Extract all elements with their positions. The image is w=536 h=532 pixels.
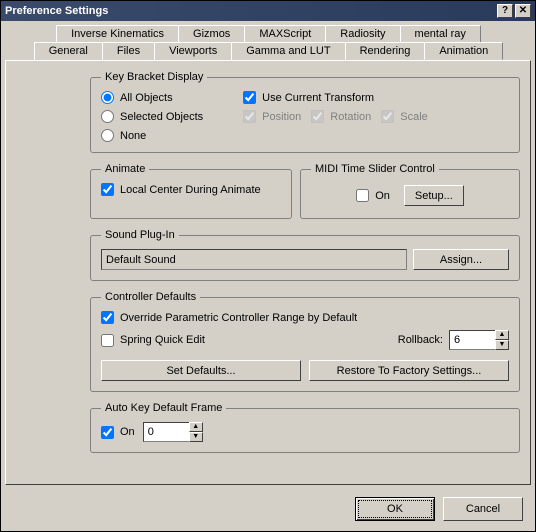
group-animate-legend: Animate (101, 163, 149, 175)
ok-button[interactable]: OK (355, 497, 435, 521)
titlebar: Preference Settings ? ✕ (1, 1, 535, 21)
rollback-input[interactable] (449, 330, 495, 350)
autokey-frame-spinner[interactable]: ▲ ▼ (143, 422, 203, 442)
check-midi-on[interactable]: On (356, 189, 390, 202)
tab-mental-ray[interactable]: mental ray (400, 25, 481, 42)
check-override-parametric[interactable]: Override Parametric Controller Range by … (101, 311, 509, 324)
tab-radiosity[interactable]: Radiosity (325, 25, 400, 42)
tab-rendering[interactable]: Rendering (345, 42, 426, 60)
autokey-down-icon[interactable]: ▼ (189, 432, 203, 442)
check-rotation: Rotation (311, 110, 371, 123)
radio-selected-objects[interactable]: Selected Objects (101, 110, 203, 123)
tab-files[interactable]: Files (102, 42, 155, 60)
autokey-frame-input[interactable] (143, 422, 189, 442)
tab-general[interactable]: General (34, 42, 103, 60)
tab-animation[interactable]: Animation (424, 42, 503, 60)
tab-gamma-lut[interactable]: Gamma and LUT (231, 42, 345, 60)
group-midi: MIDI Time Slider Control On Setup... (300, 163, 520, 219)
tab-strip: Inverse Kinematics Gizmos MAXScript Radi… (1, 21, 535, 60)
tab-gizmos[interactable]: Gizmos (178, 25, 245, 42)
group-key-bracket: Key Bracket Display All Objects Selected… (90, 71, 520, 153)
rollback-down-icon[interactable]: ▼ (495, 340, 509, 350)
rollback-label: Rollback: (398, 334, 443, 346)
autokey-up-icon[interactable]: ▲ (189, 422, 203, 432)
restore-factory-button[interactable]: Restore To Factory Settings... (309, 360, 509, 381)
window-title: Preference Settings (5, 5, 495, 17)
set-defaults-button[interactable]: Set Defaults... (101, 360, 301, 381)
group-controller-legend: Controller Defaults (101, 291, 200, 303)
group-key-bracket-legend: Key Bracket Display (101, 71, 207, 83)
check-spring-quick-edit[interactable]: Spring Quick Edit (101, 334, 205, 347)
tab-maxscript[interactable]: MAXScript (244, 25, 326, 42)
rollback-spinner[interactable]: ▲ ▼ (449, 330, 509, 350)
group-auto-key: Auto Key Default Frame On ▲ ▼ (90, 402, 520, 453)
tab-panel-animation: Key Bracket Display All Objects Selected… (5, 60, 531, 485)
help-icon[interactable]: ? (497, 4, 513, 18)
group-sound: Sound Plug-In Assign... (90, 229, 520, 281)
midi-setup-button[interactable]: Setup... (404, 185, 464, 206)
cancel-button[interactable]: Cancel (443, 497, 523, 521)
preferences-window: Preference Settings ? ✕ Inverse Kinemati… (0, 0, 536, 532)
check-autokey-on[interactable]: On (101, 426, 135, 439)
check-scale: Scale (381, 110, 428, 123)
group-sound-legend: Sound Plug-In (101, 229, 179, 241)
group-controller-defaults: Controller Defaults Override Parametric … (90, 291, 520, 392)
group-midi-legend: MIDI Time Slider Control (311, 163, 439, 175)
rollback-up-icon[interactable]: ▲ (495, 330, 509, 340)
sound-plugin-field (101, 249, 407, 270)
check-position: Position (243, 110, 301, 123)
group-auto-key-legend: Auto Key Default Frame (101, 402, 226, 414)
dialog-footer: OK Cancel (1, 489, 535, 531)
check-use-current-transform[interactable]: Use Current Transform (243, 91, 428, 104)
sound-assign-button[interactable]: Assign... (413, 249, 509, 270)
close-icon[interactable]: ✕ (515, 4, 531, 18)
tab-inverse-kinematics[interactable]: Inverse Kinematics (56, 25, 179, 42)
radio-all-objects[interactable]: All Objects (101, 91, 203, 104)
group-animate: Animate Local Center During Animate (90, 163, 292, 219)
tab-viewports[interactable]: Viewports (154, 42, 232, 60)
check-local-center[interactable]: Local Center During Animate (101, 183, 281, 196)
radio-none[interactable]: None (101, 129, 203, 142)
